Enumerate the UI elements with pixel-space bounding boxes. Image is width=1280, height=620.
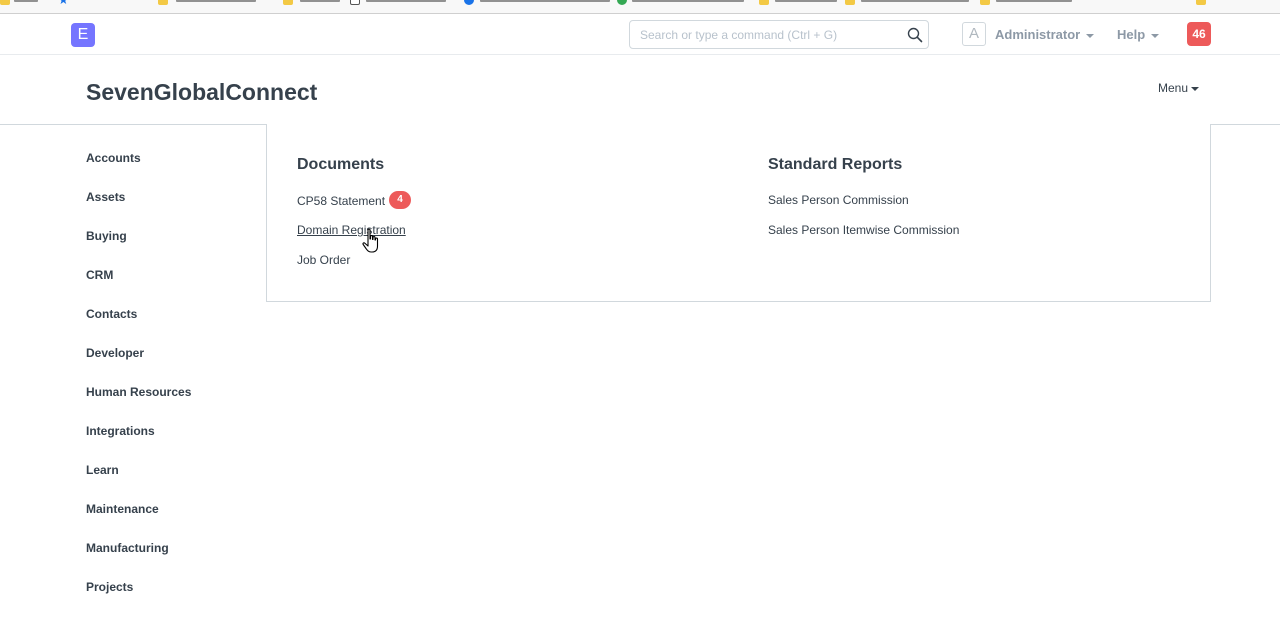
user-name: Administrator: [995, 27, 1081, 42]
documents-heading: Documents: [297, 156, 385, 173]
bookmark-site-icon[interactable]: [464, 0, 474, 5]
avatar[interactable]: A: [962, 22, 986, 46]
list-item: Job Order: [297, 253, 411, 283]
chevron-down-icon: [1151, 33, 1160, 38]
search-input[interactable]: [630, 21, 900, 48]
sidebar-item-contacts[interactable]: Contacts: [86, 308, 256, 347]
sidebar-item-manufacturing[interactable]: Manufacturing: [86, 542, 256, 581]
bookmark-folder-icon[interactable]: [759, 0, 769, 5]
link-sales-person-commission[interactable]: Sales Person Commission: [768, 193, 909, 207]
bookmark-folder-icon[interactable]: [283, 0, 293, 5]
menu-label: Menu: [1158, 81, 1189, 95]
help-label: Help: [1117, 27, 1146, 42]
bookmark-folder-icon[interactable]: [0, 0, 10, 5]
sidebar-item-assets[interactable]: Assets: [86, 191, 256, 230]
bookmark-label[interactable]: [176, 0, 256, 2]
standard-reports-section: Standard Reports Sales Person Commission…: [768, 156, 959, 253]
hand-cursor-icon: [362, 228, 379, 253]
bookmark-label[interactable]: [300, 0, 340, 2]
bookmark-folder-icon[interactable]: [1196, 0, 1206, 5]
user-dropdown[interactable]: Administrator: [995, 27, 1095, 42]
top-navbar: E A Administrator Help 46: [0, 14, 1280, 55]
chevron-down-icon: [1086, 33, 1095, 38]
chevron-down-icon: [1191, 86, 1200, 91]
list-item: Sales Person Itemwise Commission: [768, 223, 959, 253]
module-links-panel: Documents CP58 Statement 4 Domain Registr…: [266, 124, 1211, 302]
bookmark-page-icon[interactable]: [350, 0, 360, 5]
bookmark-label[interactable]: [14, 0, 38, 2]
link-sales-person-itemwise-commission[interactable]: Sales Person Itemwise Commission: [768, 223, 959, 237]
bookmark-folder-icon[interactable]: [845, 0, 855, 5]
list-item: Sales Person Commission: [768, 193, 959, 223]
sidebar-item-buying[interactable]: Buying: [86, 230, 256, 269]
app-logo[interactable]: E: [71, 23, 95, 47]
bookmark-label[interactable]: [632, 0, 744, 2]
bookmark-label[interactable]: [366, 0, 446, 2]
link-domain-registration[interactable]: Domain Registration: [297, 223, 406, 237]
link-cp58-statement[interactable]: CP58 Statement: [297, 194, 385, 208]
count-badge: 4: [389, 191, 412, 209]
sidebar-item-integrations[interactable]: Integrations: [86, 425, 256, 464]
list-item: CP58 Statement 4: [297, 191, 412, 223]
sidebar-item-projects[interactable]: Projects: [86, 581, 256, 620]
awesome-bar[interactable]: [629, 20, 929, 49]
documents-section: Documents CP58 Statement 4 Domain Registr…: [297, 156, 412, 283]
bookmark-folder-icon[interactable]: [980, 0, 990, 5]
bookmark-site-icon[interactable]: [617, 0, 627, 5]
page-head: SevenGlobalConnect Menu: [0, 55, 1280, 125]
bookmark-label[interactable]: [775, 0, 837, 2]
sidebar-item-learn[interactable]: Learn: [86, 464, 256, 503]
page-title: SevenGlobalConnect: [86, 79, 318, 105]
sidebar-item-developer[interactable]: Developer: [86, 347, 256, 386]
sidebar-item-maintenance[interactable]: Maintenance: [86, 503, 256, 542]
module-sidebar: Accounts Assets Buying CRM Contacts Deve…: [86, 152, 256, 620]
bookmarks-bar: ★: [0, 0, 1280, 14]
list-item: Domain Registration: [297, 223, 411, 253]
bookmark-folder-icon[interactable]: [158, 0, 168, 5]
standard-reports-heading: Standard Reports: [768, 156, 903, 173]
link-job-order[interactable]: Job Order: [297, 253, 350, 267]
sidebar-item-accounts[interactable]: Accounts: [86, 152, 256, 191]
help-dropdown[interactable]: Help: [1117, 27, 1160, 42]
bookmark-label[interactable]: [480, 0, 610, 2]
search-icon[interactable]: [907, 27, 923, 43]
notifications-badge[interactable]: 46: [1187, 22, 1211, 46]
bookmark-label[interactable]: [996, 0, 1072, 2]
bookmark-label[interactable]: [861, 0, 969, 2]
menu-button[interactable]: Menu: [1158, 81, 1200, 95]
sidebar-item-crm[interactable]: CRM: [86, 269, 256, 308]
sidebar-item-human-resources[interactable]: Human Resources: [86, 386, 256, 425]
star-icon[interactable]: ★: [58, 0, 69, 7]
